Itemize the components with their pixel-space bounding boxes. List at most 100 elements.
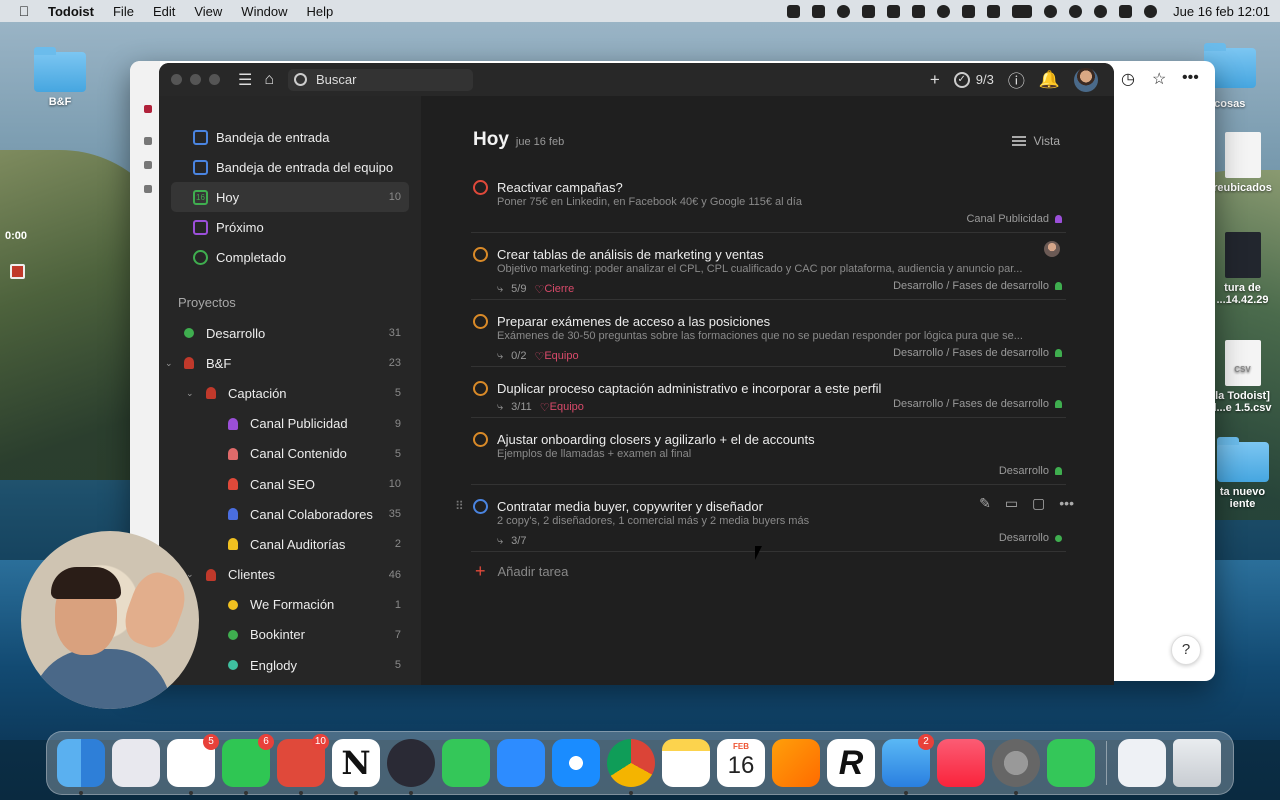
help-icon[interactable]: ⓘ <box>1008 67 1025 92</box>
desktop-doc-reubicados[interactable]: reubicados <box>1205 132 1280 194</box>
sidebar-item-upcoming[interactable]: Próximo <box>171 212 409 242</box>
task-project[interactable]: Desarrollo / Fases de desarrollo <box>893 280 1062 292</box>
home-icon[interactable]: ⌂ <box>264 71 274 89</box>
task-complete-checkbox[interactable] <box>473 432 488 447</box>
task-item[interactable]: Crear tablas de análisis de marketing y … <box>471 233 1066 300</box>
project-canal-seo[interactable]: Canal SEO 10 <box>159 469 421 499</box>
whatsapp-icon[interactable]: 6 <box>222 734 274 795</box>
desktop-screenshot[interactable]: tura de ...14.42.29 <box>1205 232 1280 306</box>
project-clientes[interactable]: ⌄ Clientes 46 <box>159 560 421 590</box>
sidebar-item-inbox[interactable]: Bandeja de entrada <box>171 122 409 152</box>
task-project[interactable]: Desarrollo / Fases de desarrollo <box>893 347 1062 359</box>
malwarebytes-icon[interactable] <box>862 4 876 18</box>
todoist-dock-icon[interactable]: 10 <box>277 734 329 795</box>
siri-icon[interactable] <box>1144 4 1158 18</box>
task-project[interactable]: Canal Publicidad <box>966 213 1062 225</box>
close-window-button[interactable] <box>171 74 182 85</box>
sidebar-item-today[interactable]: 16 Hoy 10 <box>171 182 409 212</box>
chevron-down-icon[interactable]: ⌄ <box>186 388 194 399</box>
project-canal-auditorias[interactable]: Canal Auditorías 2 <box>159 529 421 559</box>
user-icon[interactable] <box>1069 4 1083 18</box>
menu-file[interactable]: File <box>113 4 134 19</box>
reeder-icon[interactable]: R <box>827 739 875 787</box>
volume-icon[interactable] <box>962 4 976 18</box>
task-label[interactable]: Cierre <box>544 283 574 295</box>
task-label[interactable]: Equipo <box>544 350 578 362</box>
pages-icon[interactable] <box>772 739 820 787</box>
add-task-icon[interactable]: + <box>930 70 940 90</box>
zoom-window-button[interactable] <box>209 74 220 85</box>
safari-icon[interactable] <box>552 739 600 787</box>
music-icon[interactable] <box>937 739 985 787</box>
notion-icon[interactable]: N <box>332 739 380 795</box>
task-complete-checkbox[interactable] <box>473 314 488 329</box>
finder-icon[interactable] <box>57 739 105 795</box>
project-canal-publicidad[interactable]: Canal Publicidad 9 <box>159 409 421 439</box>
task-complete-checkbox[interactable] <box>473 381 488 396</box>
desktop-csv-file[interactable]: CSV la Todoist] l...e 1.5.csv <box>1205 340 1280 414</box>
task-complete-checkbox[interactable] <box>473 180 488 195</box>
menu-window[interactable]: Window <box>241 4 287 19</box>
project-bf[interactable]: ⌄ B&F 23 <box>159 348 421 378</box>
search-icon[interactable] <box>144 137 152 145</box>
task-item[interactable]: ⠿ Contratar media buyer, copywriter y di… <box>455 485 1074 552</box>
task-title[interactable]: Ajustar onboarding closers y agilizarlo … <box>497 418 1066 448</box>
menu-edit[interactable]: Edit <box>153 4 175 19</box>
spotlight-icon[interactable] <box>1094 4 1108 18</box>
task-title[interactable]: Duplicar proceso captación administrativ… <box>497 367 1066 397</box>
project-captacion[interactable]: ⌄ Captación 5 <box>159 378 421 408</box>
record-status-icon[interactable] <box>787 4 801 18</box>
more-icon[interactable]: ••• <box>1182 69 1199 87</box>
task-project[interactable]: Desarrollo <box>999 465 1062 477</box>
task-project[interactable]: Desarrollo <box>999 532 1062 544</box>
productivity-button[interactable]: ✓ 9/3 <box>953 71 994 88</box>
edit-pencil-icon[interactable]: ✎ <box>979 495 991 512</box>
apple-icon[interactable]:  <box>0 3 48 19</box>
schedule-icon[interactable]: ▭ <box>1005 495 1018 512</box>
wifi-icon[interactable] <box>1044 4 1058 18</box>
trash-icon[interactable] <box>1173 739 1221 787</box>
brightness-icon[interactable] <box>837 4 851 18</box>
chevron-down-icon[interactable]: ⌄ <box>165 358 173 369</box>
gear-icon[interactable] <box>144 185 152 193</box>
more-icon[interactable]: ••• <box>1059 495 1074 512</box>
project-englody[interactable]: Englody 5 <box>159 650 421 680</box>
drive-icon[interactable] <box>812 4 826 18</box>
user-avatar[interactable] <box>1074 67 1098 92</box>
minimize-window-button[interactable] <box>190 74 201 85</box>
downloads-stack-icon[interactable] <box>1118 739 1166 787</box>
obs-icon[interactable] <box>387 739 435 795</box>
task-title[interactable]: Reactivar campañas? <box>497 166 1066 196</box>
sidebar-item-team-inbox[interactable]: Bandeja de entrada del equipo <box>171 152 409 182</box>
projects-heading[interactable]: Proyectos <box>159 288 421 318</box>
task-project[interactable]: Desarrollo / Fases de desarrollo <box>893 398 1062 410</box>
comment-icon[interactable]: ▢ <box>1032 495 1045 512</box>
task-complete-checkbox[interactable] <box>473 247 488 262</box>
task-label[interactable]: Equipo <box>550 401 584 413</box>
facetime-icon[interactable] <box>442 739 490 787</box>
bluetooth-icon[interactable] <box>987 4 1001 18</box>
menu-hamburger-icon[interactable]: ☰ <box>238 70 252 90</box>
launchpad-icon[interactable] <box>112 739 160 787</box>
notes-status-icon[interactable] <box>912 4 926 18</box>
task-complete-checkbox[interactable] <box>473 499 488 514</box>
desktop-folder-bf[interactable]: B&F <box>30 47 90 108</box>
help-button[interactable]: ? <box>1171 635 1201 665</box>
view-options-button[interactable]: Vista <box>1011 134 1060 148</box>
task-item[interactable]: Ajustar onboarding closers y agilizarlo … <box>471 418 1066 485</box>
slack-icon[interactable]: 5 <box>167 734 219 795</box>
play-icon[interactable] <box>937 4 951 18</box>
chrome-icon[interactable] <box>607 739 655 795</box>
record-stop-button[interactable] <box>10 264 25 279</box>
project-desarrollo[interactable]: Desarrollo 31 <box>159 318 421 348</box>
task-title[interactable]: Preparar exámenes de acceso a las posici… <box>497 300 1066 330</box>
battery-icon[interactable] <box>1012 4 1033 18</box>
pen-icon[interactable] <box>887 4 901 18</box>
project-canal-colaboradores[interactable]: Canal Colaboradores 35 <box>159 499 421 529</box>
notifications-bell-icon[interactable]: 🔔 <box>1039 70 1060 90</box>
clock-icon[interactable] <box>144 161 152 169</box>
messages-icon[interactable] <box>1047 739 1095 787</box>
project-canal-contenido[interactable]: Canal Contenido 5 <box>159 439 421 469</box>
task-item[interactable]: Duplicar proceso captación administrativ… <box>471 367 1066 418</box>
sidebar-item-completed[interactable]: Completado <box>171 242 409 272</box>
